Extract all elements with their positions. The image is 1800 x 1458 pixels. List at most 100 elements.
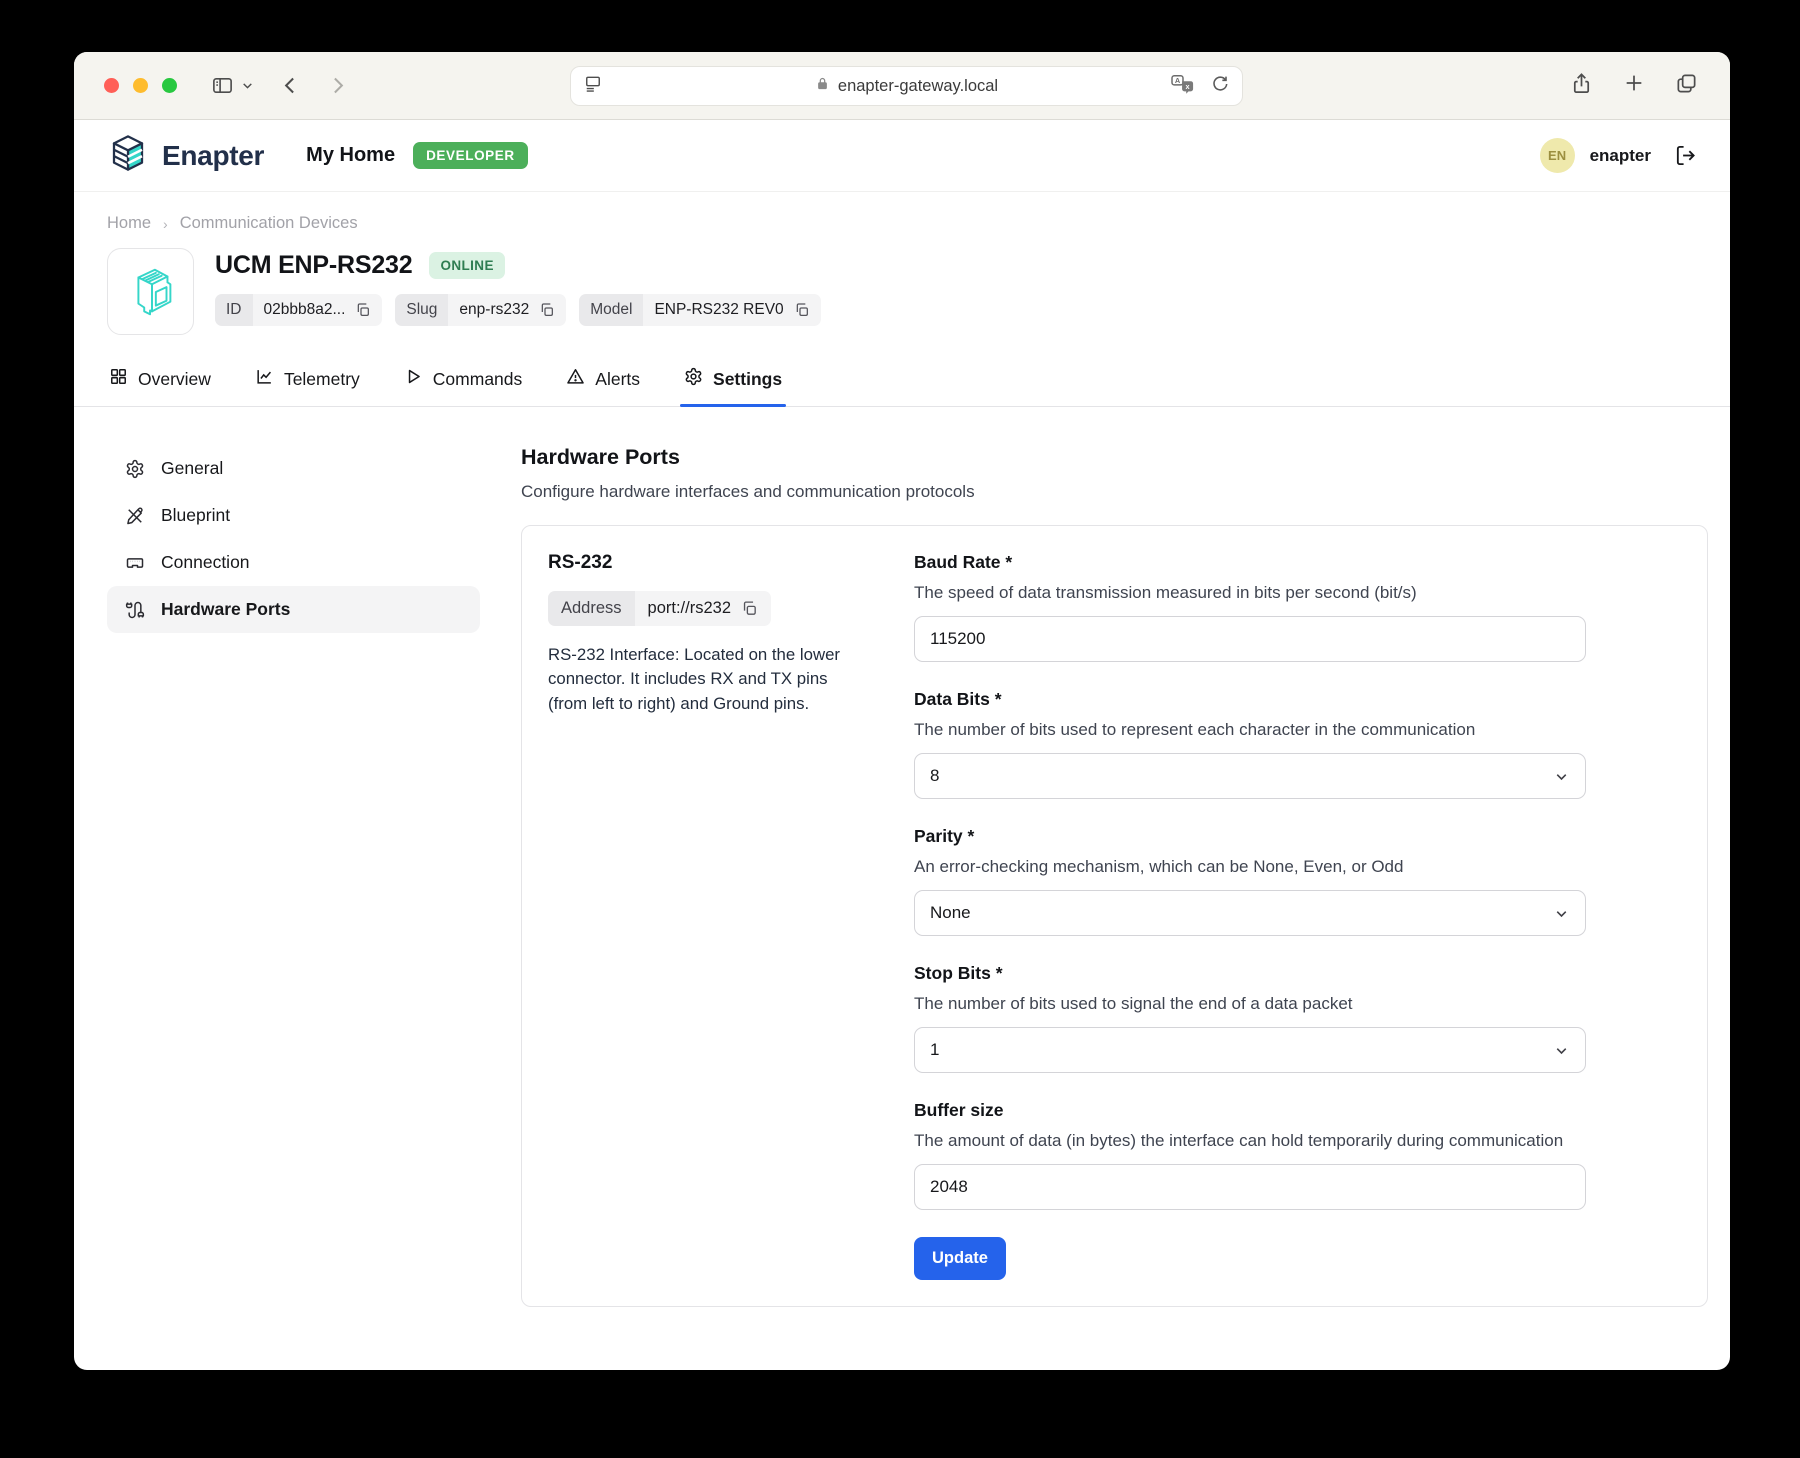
sidebar-item-label: Connection [161,552,250,572]
chip-key: Model [579,294,644,326]
page-subtitle: Configure hardware interfaces and commun… [521,482,975,501]
sidebar-item-blueprint[interactable]: Blueprint [107,492,480,539]
tab-settings[interactable]: Settings [680,361,787,407]
device-thumbnail [107,248,194,335]
browser-window: enapter-gateway.local Ax Enapter My Home… [74,52,1730,1370]
user-avatar[interactable]: EN [1539,138,1575,173]
sidebar-item-connection[interactable]: Connection [107,539,480,586]
svg-text:A: A [1175,76,1181,85]
parity-select[interactable]: None [914,890,1586,936]
share-icon[interactable] [1570,72,1593,100]
select-value: None [930,903,971,922]
sidebar-item-label: Hardware Ports [161,599,291,619]
update-button[interactable]: Update [914,1237,1006,1280]
device-model-chip: Model ENP-RS232 REV0 [579,294,821,326]
field-help: An error-checking mechanism, which can b… [914,857,1404,876]
brand[interactable]: Enapter [107,132,264,179]
sidebar-chevron-down-icon[interactable] [241,79,254,92]
forward-button[interactable] [327,75,348,96]
developer-badge: DEVELOPER [413,142,528,169]
field-label: Parity [914,826,963,846]
tab-overview[interactable]: Overview [107,361,213,406]
tab-telemetry[interactable]: Telemetry [253,361,362,406]
copy-icon[interactable] [741,600,758,617]
sidebar-item-hardware-ports[interactable]: Hardware Ports [107,586,480,633]
select-value: 1 [930,1040,940,1059]
required-mark: * [995,963,1003,983]
sidebar-item-label: Blueprint [161,505,231,525]
chevron-down-icon [1553,905,1570,922]
app-header: Enapter My Home DEVELOPER EN enapter [74,120,1730,192]
copy-icon[interactable] [355,302,371,318]
tab-label: Commands [432,368,523,389]
data-bits-field: Data Bits * The number of bits used to r… [914,689,1586,799]
stop-bits-field: Stop Bits * The number of bits used to s… [914,963,1586,1073]
chip-key: ID [215,294,253,326]
device-tabs: Overview Telemetry Commands Alerts Setti… [74,361,1730,407]
sidebar-item-label: General [161,458,224,478]
gear-icon [125,459,145,479]
data-bits-select[interactable]: 8 [914,753,1586,799]
page-settings-icon[interactable] [583,74,603,99]
reload-icon[interactable] [1210,74,1230,99]
chip-value: ENP-RS232 REV0 [654,301,784,319]
tab-overview-icon[interactable] [1675,72,1698,100]
brand-name: Enapter [162,139,265,171]
logout-icon[interactable] [1674,144,1697,167]
warning-triangle-icon [566,367,585,391]
tab-commands[interactable]: Commands [402,361,524,406]
cable-icon [125,600,145,620]
device-id-chip: ID 02bbb8a2... [215,294,383,326]
chip-key: Slug [395,294,449,326]
rs232-card: RS-232 Address port://rs232 RS-232 Inter… [521,525,1708,1307]
settings-nav: General Blueprint Connection Hardware Po… [107,445,480,1307]
status-badge: ONLINE [429,252,505,279]
required-mark: * [1005,552,1013,572]
breadcrumb: Home › Communication Devices [107,214,1697,233]
buffer-size-input[interactable] [914,1164,1586,1210]
tab-label: Alerts [595,368,641,389]
new-tab-icon[interactable] [1623,72,1645,99]
address-bar[interactable]: enapter-gateway.local Ax [570,66,1243,106]
gear-icon [684,367,703,391]
url-text: enapter-gateway.local [837,76,999,95]
sidebar-toggle-icon[interactable] [211,74,234,97]
stop-bits-select[interactable]: 1 [914,1027,1586,1073]
zoom-window-button[interactable] [162,78,177,93]
chart-line-icon [255,367,274,391]
enapter-logo-icon [107,132,149,179]
ethernet-port-icon [125,553,145,573]
required-mark: * [994,689,1002,709]
translate-icon[interactable]: Ax [1170,73,1196,100]
lock-icon [815,76,830,96]
chip-value: port://rs232 [647,599,731,618]
required-mark: * [967,826,975,846]
breadcrumb-section-link[interactable]: Communication Devices [180,214,358,233]
close-window-button[interactable] [104,78,119,93]
sidebar-item-general[interactable]: General [107,445,480,492]
baud-rate-input[interactable] [914,616,1586,662]
breadcrumb-home-link[interactable]: Home [107,214,151,233]
tab-label: Telemetry [283,368,360,389]
address-chip: Address port://rs232 [548,591,771,626]
field-help: The speed of data transmission measured … [914,583,1417,602]
buffer-size-field: Buffer size The amount of data (in bytes… [914,1100,1586,1210]
baud-rate-field: Baud Rate * The speed of data transmissi… [914,552,1586,662]
field-help: The number of bits used to represent eac… [914,720,1476,739]
back-button[interactable] [280,75,301,96]
select-value: 8 [930,766,940,785]
field-label: Stop Bits [914,963,991,983]
device-slug-chip: Slug enp-rs232 [395,294,567,326]
copy-icon[interactable] [539,302,555,318]
play-icon [404,367,423,391]
minimize-window-button[interactable] [133,78,148,93]
browser-toolbar: enapter-gateway.local Ax [74,52,1730,120]
parity-field: Parity * An error-checking mechanism, wh… [914,826,1586,936]
user-name: enapter [1589,145,1651,165]
copy-icon[interactable] [794,302,810,318]
tab-label: Overview [138,368,211,389]
page-title: Hardware Ports [521,445,680,469]
chip-value: enp-rs232 [459,301,530,319]
tab-alerts[interactable]: Alerts [564,361,642,406]
chevron-down-icon [1553,768,1570,785]
